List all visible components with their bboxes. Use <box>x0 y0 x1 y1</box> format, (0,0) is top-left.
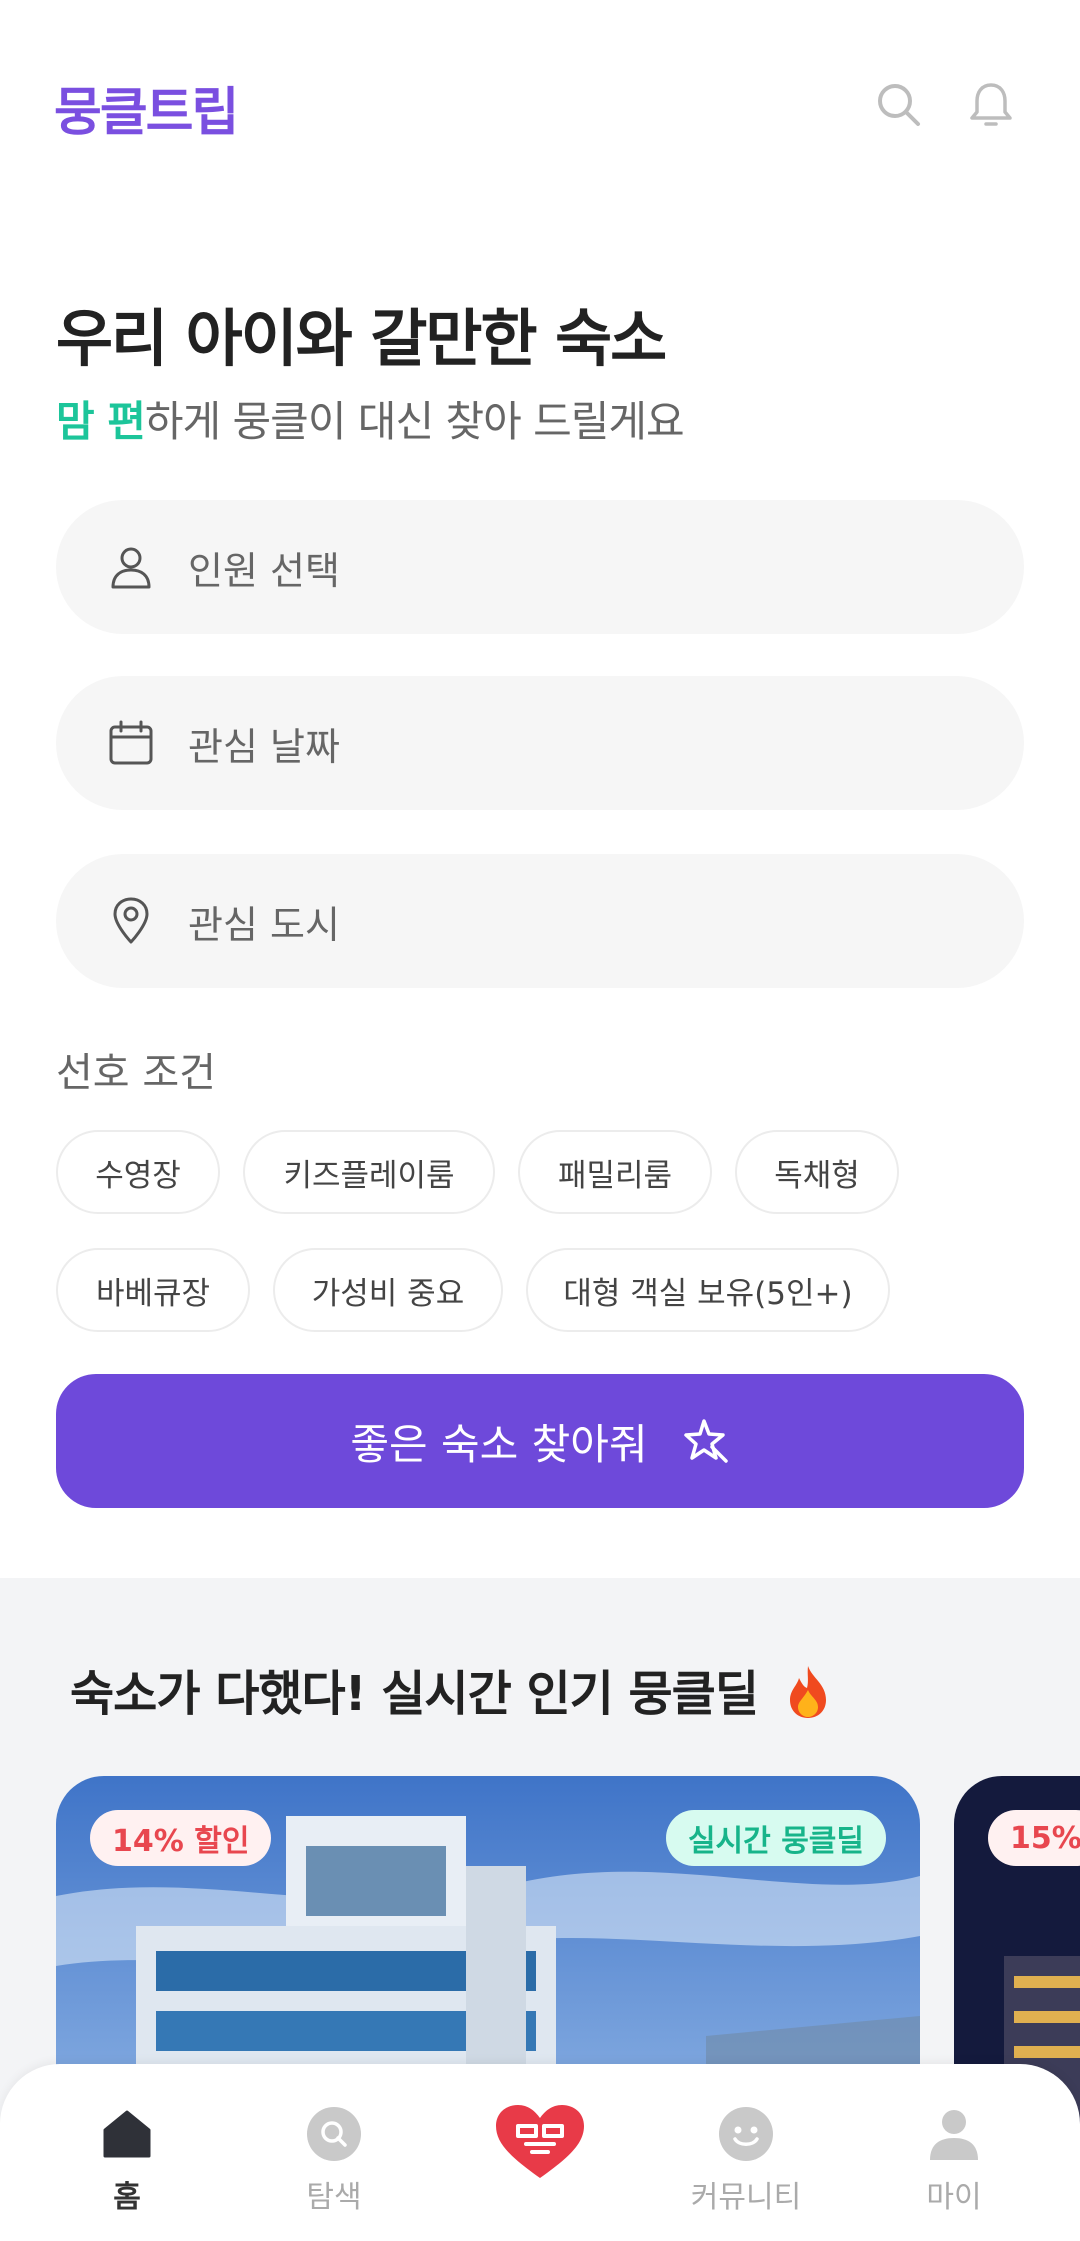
nav-mungkeul[interactable] <box>470 2105 610 2192</box>
live-deal-badge: 실시간 뭉클딜 <box>665 1810 886 1866</box>
explore-icon <box>307 2107 361 2161</box>
discount-badge: 15% <box>988 1810 1080 1866</box>
mungkeul-heart-icon <box>496 2105 584 2178</box>
city-select-label: 관심 도시 <box>188 903 340 947</box>
hero-title: 우리 아이와 갈만한 숙소 <box>56 302 667 375</box>
nav-explore-label: 탐색 <box>306 2180 362 2215</box>
nav-explore[interactable]: 탐색 <box>264 2106 404 2216</box>
hot-deals-title-text: 숙소가 다했다! 실시간 인기 뭉클딜 <box>70 1666 759 1722</box>
chip-pool[interactable]: 수영장 <box>56 1130 220 1214</box>
date-select-label: 관심 날짜 <box>188 725 340 769</box>
chip-kids-playroom[interactable]: 키즈플레이룸 <box>243 1130 495 1214</box>
discount-badge: 14% 할인 <box>90 1810 272 1866</box>
location-pin-icon <box>113 897 149 944</box>
header: 뭉클트립 <box>0 0 1080 210</box>
date-select-field[interactable]: 관심 날짜 <box>56 676 1024 810</box>
chip-large-room[interactable]: 대형 객실 보유(5인+) <box>526 1248 890 1332</box>
bell-icon[interactable] <box>966 80 1016 130</box>
nav-my[interactable]: 마이 <box>884 2106 1024 2216</box>
hot-deals-title: 숙소가 다했다! 실시간 인기 뭉클딜 <box>70 1654 834 1724</box>
hero-subtitle-text: 하게 뭉클이 대신 찾아 드릴게요 <box>144 397 685 446</box>
nav-home-label: 홈 <box>113 2180 141 2215</box>
people-select-field[interactable]: 인원 선택 <box>56 500 1024 634</box>
find-stay-label: 좋은 숙소 찾아줘 <box>350 1419 648 1469</box>
app-screen: 뭉클트립 우리 아이와 갈만한 숙소 맘 편하게 뭉클이 대신 찾아 드릴게요 … <box>0 0 1080 2241</box>
nav-home[interactable]: 홈 <box>57 2106 197 2216</box>
chip-family-room[interactable]: 패밀리룸 <box>518 1130 712 1214</box>
chip-bbq[interactable]: 바베큐장 <box>56 1248 250 1332</box>
hero-subtitle: 맘 편하게 뭉클이 대신 찾아 드릴게요 <box>56 388 685 449</box>
profile-icon <box>930 2110 978 2160</box>
home-icon <box>103 2110 151 2158</box>
nav-community-label: 커뮤니티 <box>690 2180 802 2215</box>
nav-my-label: 마이 <box>926 2180 982 2215</box>
find-stay-button[interactable]: 좋은 숙소 찾아줘 <box>56 1374 1024 1508</box>
chip-detached[interactable]: 독채형 <box>735 1130 899 1214</box>
fire-icon <box>789 1666 826 1718</box>
nav-community[interactable]: 커뮤니티 <box>676 2106 816 2216</box>
calendar-icon <box>109 720 153 765</box>
bottom-nav: 홈 탐색 커뮤니티 마이 <box>0 2064 1080 2241</box>
search-icon[interactable] <box>874 80 924 130</box>
city-select-field[interactable]: 관심 도시 <box>56 854 1024 988</box>
people-select-label: 인원 선택 <box>188 549 340 593</box>
app-logo[interactable]: 뭉클트립 <box>54 70 239 145</box>
sparkle-icon <box>683 1419 728 1463</box>
preferences-title: 선호 조건 <box>56 1050 216 1096</box>
person-icon <box>111 547 151 589</box>
hero-subtitle-accent: 맘 편 <box>56 397 146 446</box>
community-icon <box>719 2107 773 2161</box>
chip-value[interactable]: 가성비 중요 <box>273 1248 503 1332</box>
